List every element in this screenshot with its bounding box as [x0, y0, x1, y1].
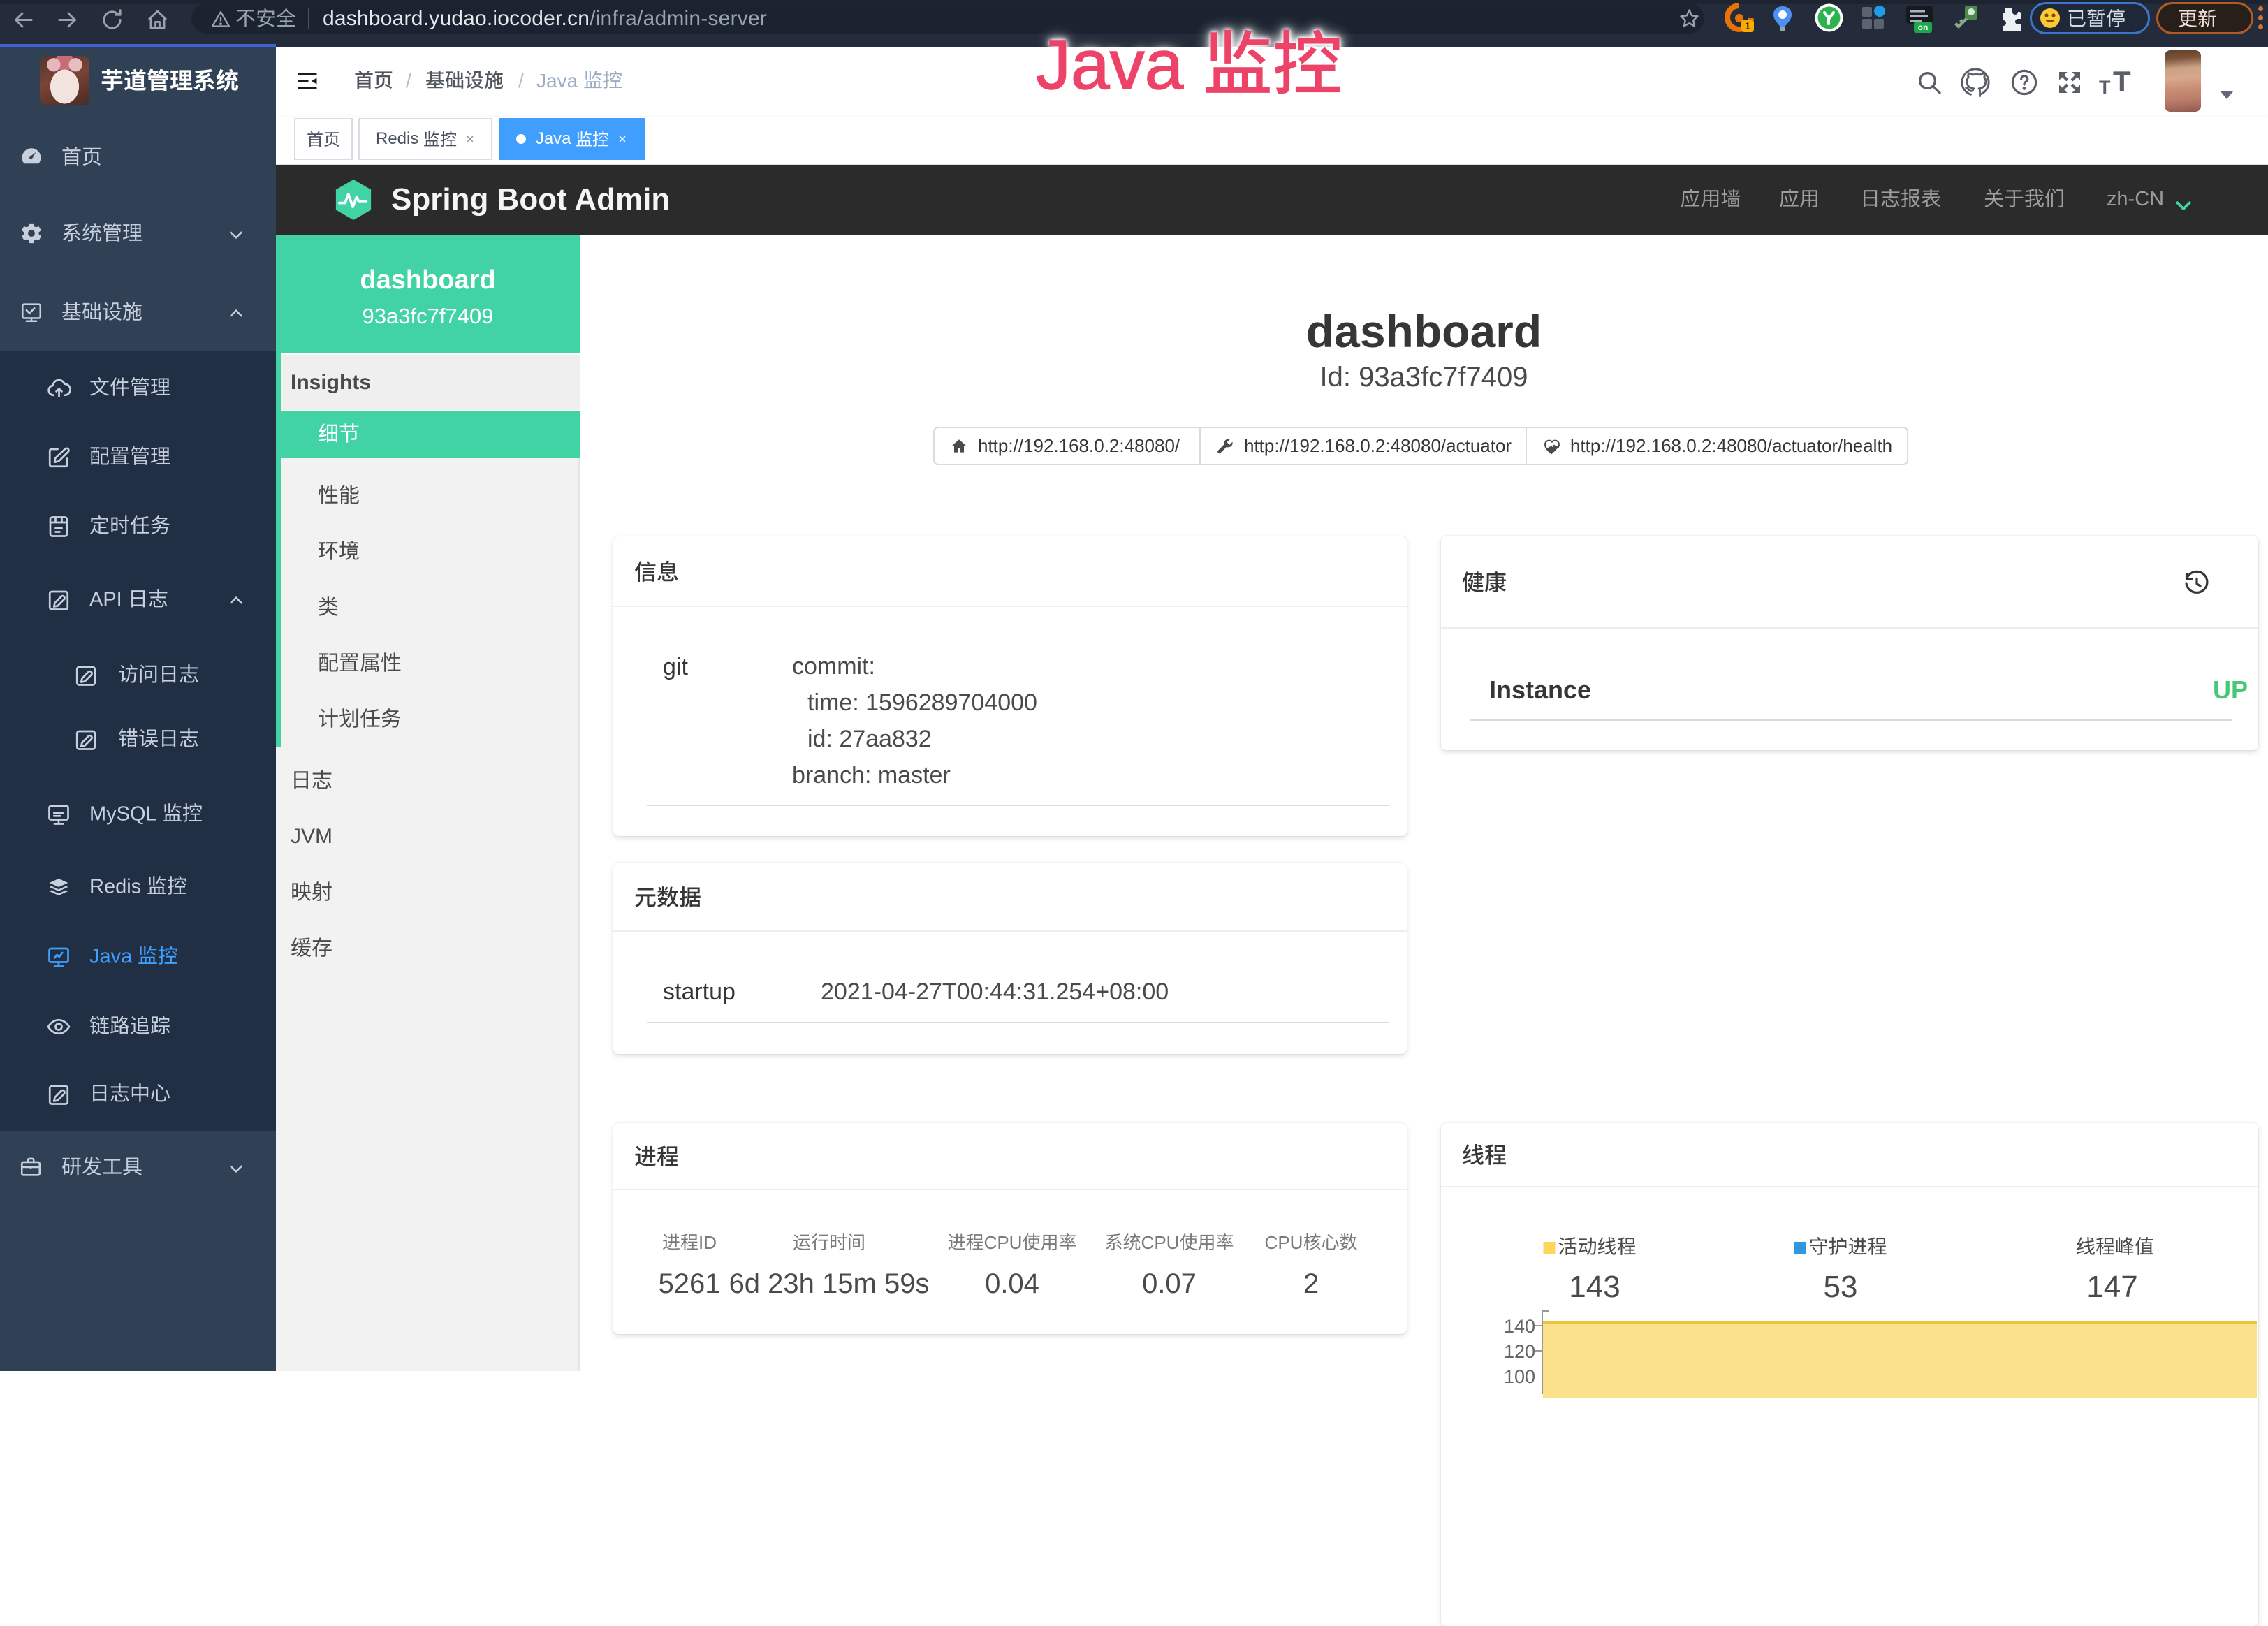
svg-text:on: on — [1918, 22, 1929, 32]
svg-text:1: 1 — [1745, 20, 1750, 31]
